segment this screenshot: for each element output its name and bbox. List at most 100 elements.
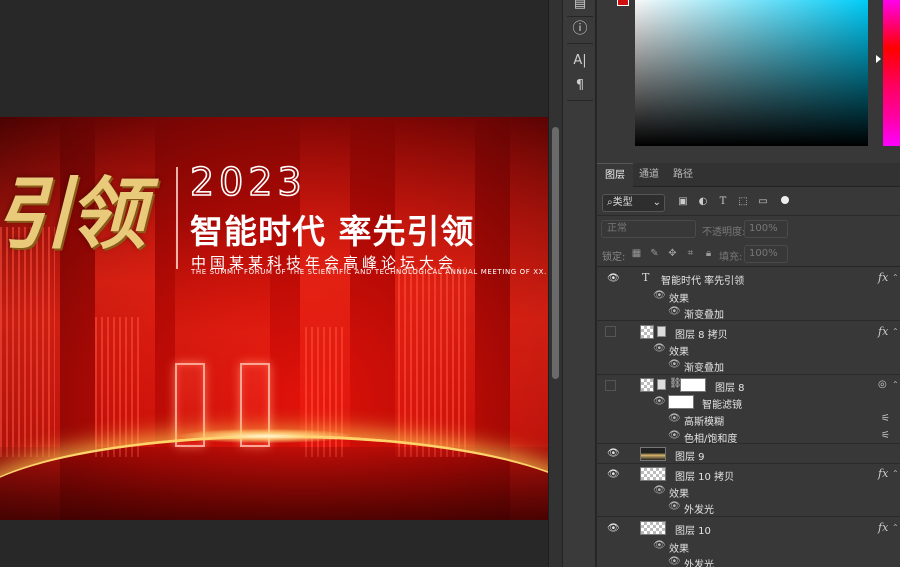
eye-icon[interactable]: 👁︎ <box>668 430 681 441</box>
lock-brush-icon[interactable]: ✎ <box>648 247 661 260</box>
swatches-icon[interactable]: ▤ <box>570 0 590 14</box>
english-subtitle: THE SUMMIT FORUM OF THE SCIENTIFIC AND T… <box>191 268 548 276</box>
layer-row-layer8[interactable]: ⛓︎ 图层 8 ◎ ⌃ 👁︎ 智能滤镜 👁︎ 高斯模糊 ⚟ 👁︎ 色相/饱和度 … <box>597 375 900 445</box>
visibility-toggle[interactable] <box>605 380 616 391</box>
filter-item[interactable]: 高斯模糊 <box>684 413 724 428</box>
effect-item[interactable]: 外发光 <box>684 556 714 567</box>
canvas-vertical-scrollbar[interactable] <box>548 0 562 567</box>
tab-paths[interactable]: 路径 <box>665 163 701 187</box>
effect-item[interactable]: 渐变叠加 <box>684 306 724 321</box>
layer-thumbnail <box>640 447 666 461</box>
smart-object-filter-icon[interactable]: ▭ <box>756 195 770 209</box>
layer-row-layer9[interactable]: 👁︎ 图层 9 <box>597 444 900 464</box>
layer-name[interactable]: 图层 8 <box>715 379 745 394</box>
chevron-up-icon[interactable]: ⌃ <box>892 380 899 389</box>
blend-mode-select[interactable]: 正常 <box>601 220 696 238</box>
year-text: 2023 <box>189 159 307 205</box>
smart-object-icon <box>657 379 666 390</box>
eye-icon[interactable]: 👁︎ <box>653 343 666 354</box>
hue-slider[interactable] <box>883 0 900 146</box>
effect-item[interactable]: 渐变叠加 <box>684 359 724 374</box>
filter-kind-select[interactable]: ⌕类型 ⌄ <box>602 194 665 212</box>
calligraphy-title: 引领 <box>0 169 146 260</box>
fx-icon[interactable]: fx <box>878 467 888 480</box>
lock-row: 锁定: ▦ ✎ ✥ ⌗ 🔒︎ 填充: 100% <box>597 243 900 265</box>
layer-name[interactable]: 图层 9 <box>675 448 705 463</box>
chevron-up-icon[interactable]: ⌃ <box>892 523 899 532</box>
eye-icon[interactable]: 👁︎ <box>668 556 681 567</box>
paragraph-icon[interactable]: ¶ <box>570 76 590 96</box>
eye-icon[interactable]: 👁︎ <box>668 501 681 512</box>
info-icon[interactable]: ⓘ <box>570 18 590 38</box>
filter-toggle[interactable] <box>781 196 789 204</box>
layer-row-layer10[interactable]: 👁︎ 图层 10 fx ⌃ 👁︎ 效果 👁︎ 外发光 <box>597 517 900 567</box>
divider <box>567 16 593 17</box>
foreground-color-swatch[interactable] <box>617 0 629 6</box>
chevron-up-icon[interactable]: ⌃ <box>892 273 899 282</box>
lock-all-icon[interactable]: 🔒︎ <box>702 247 715 260</box>
eye-icon[interactable]: 👁︎ <box>653 290 666 301</box>
scrollbar-thumb[interactable] <box>552 127 559 379</box>
effects-label: 效果 <box>669 544 689 555</box>
fx-icon[interactable]: fx <box>878 271 888 284</box>
fill-label: 填充: <box>719 252 743 263</box>
slogan-text: 智能时代 率先引领 <box>190 212 475 251</box>
layer-row-layer8-copy[interactable]: 图层 8 拷贝 fx ⌃ 👁︎ 效果 👁︎ 渐变叠加 <box>597 321 900 375</box>
shape-filter-icon[interactable]: ⬚ <box>736 195 750 209</box>
smart-object-icon <box>657 326 666 337</box>
chevron-up-icon[interactable]: ⌃ <box>892 327 899 336</box>
effects-label: 效果 <box>669 347 689 358</box>
layer-filter-row: ⌕类型 ⌄ ▣ ◐ T ⬚ ▭ <box>597 190 900 216</box>
lock-move-icon[interactable]: ✥ <box>666 247 679 260</box>
character-icon[interactable]: A| <box>570 51 590 71</box>
eye-icon[interactable]: 👁︎ <box>607 524 620 534</box>
eye-icon[interactable]: 👁︎ <box>653 396 666 407</box>
filter-item[interactable]: 色相/饱和度 <box>684 430 737 445</box>
effect-item[interactable]: 外发光 <box>684 501 714 516</box>
chevron-down-icon: ⌄ <box>652 197 661 208</box>
color-picker-field[interactable] <box>635 0 868 146</box>
canvas-area[interactable]: 引领 2023 智能时代 率先引领 中国某某科技年会高峰论坛大会 THE SUM… <box>0 0 548 567</box>
fx-icon[interactable]: fx <box>878 325 888 338</box>
filter-options-icon[interactable]: ⚟ <box>881 413 890 424</box>
layer-thumbnail <box>640 378 654 392</box>
eye-icon[interactable]: 👁︎ <box>607 274 620 284</box>
eye-icon[interactable]: 👁︎ <box>607 470 620 480</box>
lock-transparent-icon[interactable]: ▦ <box>630 247 643 260</box>
layer-row-layer10-copy[interactable]: 👁︎ 图层 10 拷贝 fx ⌃ 👁︎ 效果 👁︎ 外发光 <box>597 464 900 517</box>
filter-mask-thumbnail[interactable] <box>668 395 694 409</box>
adjustment-filter-icon[interactable]: ◐ <box>696 195 710 209</box>
eye-icon[interactable]: 👁︎ <box>668 306 681 317</box>
right-panels: 图层 通道 路径 ⌕类型 ⌄ ▣ ◐ T ⬚ ▭ 正常 不透明度: 100% 锁定… <box>597 0 900 567</box>
opacity-input[interactable]: 100% <box>744 220 788 238</box>
fill-input[interactable]: 100% <box>744 245 788 263</box>
red-stripe-panel <box>95 317 140 457</box>
blend-row: 正常 不透明度: 100% <box>597 218 900 240</box>
visibility-toggle[interactable] <box>605 326 616 337</box>
mask-thumbnail[interactable] <box>680 378 706 392</box>
eye-icon[interactable]: 👁︎ <box>653 485 666 496</box>
filter-options-icon[interactable]: ⚟ <box>881 430 890 441</box>
smart-filters-label: 智能滤镜 <box>702 400 742 411</box>
eye-icon[interactable]: 👁︎ <box>668 359 681 370</box>
type-filter-icon[interactable]: T <box>716 195 730 209</box>
eye-icon[interactable]: 👁︎ <box>653 540 666 551</box>
image-filter-icon[interactable]: ▣ <box>676 195 690 209</box>
artwork-canvas[interactable]: 引领 2023 智能时代 率先引领 中国某某科技年会高峰论坛大会 THE SUM… <box>0 117 548 520</box>
lock-artboard-icon[interactable]: ⌗ <box>684 247 697 260</box>
eye-icon[interactable]: 👁︎ <box>668 413 681 424</box>
lock-label: 锁定: <box>602 252 626 263</box>
tab-layers[interactable]: 图层 <box>597 163 633 187</box>
eye-icon[interactable]: 👁︎ <box>607 449 620 459</box>
layer-name[interactable]: 图层 10 <box>675 522 711 537</box>
type-layer-icon: T <box>642 271 650 284</box>
fx-icon[interactable]: fx <box>878 521 888 534</box>
layer-row-text[interactable]: 👁︎ T 智能时代 率先引领 fx ⌃ 👁︎ 效果 👁︎ 渐变叠加 <box>597 267 900 321</box>
layer-name[interactable]: 图层 10 拷贝 <box>675 468 734 483</box>
layer-name[interactable]: 图层 8 拷贝 <box>675 326 728 341</box>
chevron-up-icon[interactable]: ⌃ <box>892 469 899 478</box>
divider <box>567 100 593 101</box>
hue-slider-arrow[interactable] <box>876 55 881 63</box>
tab-channels[interactable]: 通道 <box>631 163 667 187</box>
layer-name[interactable]: 智能时代 率先引领 <box>661 272 744 287</box>
